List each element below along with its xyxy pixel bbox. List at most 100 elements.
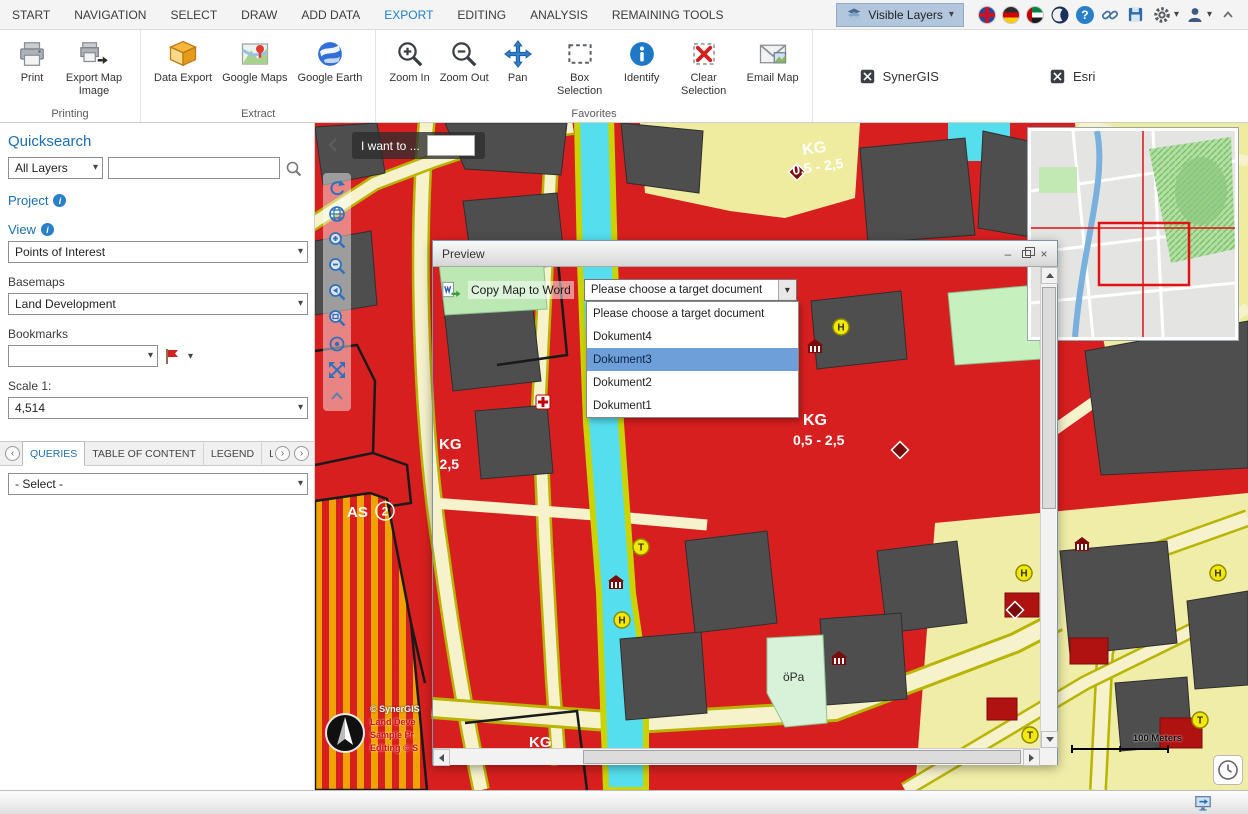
user-menu-button[interactable]: ▾ <box>1185 5 1212 25</box>
scroll-right-button[interactable] <box>1023 749 1040 766</box>
tool-label: Print <box>21 72 44 85</box>
preview-hscrollbar[interactable] <box>433 748 1040 765</box>
hscroll-thumb[interactable] <box>583 750 1021 764</box>
copy-map-to-word-button[interactable]: Copy Map to Word <box>468 281 574 299</box>
menu-item-navigation[interactable]: NAVIGATION <box>62 0 158 30</box>
search-input[interactable] <box>108 157 280 179</box>
help-icon[interactable]: ? <box>1076 6 1094 24</box>
scale-select[interactable]: 4,514 ▾ <box>8 397 308 419</box>
query-select[interactable]: - Select - ▾ <box>8 473 308 495</box>
identify-button[interactable]: Identify <box>618 34 666 87</box>
bookmarks-select[interactable]: ▾ <box>8 345 158 367</box>
info-icon[interactable]: i <box>53 194 66 207</box>
tool-label: Zoom In <box>389 72 429 85</box>
bookmark-menu-caret[interactable]: ▾ <box>186 349 195 364</box>
globe-icon[interactable] <box>325 203 349 225</box>
box-selection-button[interactable]: Box Selection <box>542 34 618 99</box>
export-map-image-button[interactable]: Export Map Image <box>56 34 132 99</box>
scroll-left-button[interactable] <box>433 749 450 766</box>
menu-item-add-data[interactable]: ADD DATA <box>289 0 372 30</box>
minimize-button[interactable]: – <box>999 246 1017 262</box>
target-document-option-dokument3[interactable]: Dokument3 <box>587 348 798 371</box>
target-document-option-dokument2[interactable]: Dokument2 <box>587 371 798 394</box>
restore-button[interactable] <box>1017 246 1035 262</box>
map-area[interactable]: H H H H T T T KG 0,5 - 2,5 KG 0,5 - 2,5 … <box>315 123 1248 790</box>
tab-table-of-content[interactable]: TABLE OF CONTENT <box>85 441 204 466</box>
basemap-select[interactable]: Land Development ▾ <box>8 293 308 315</box>
tab-queries[interactable]: QUERIES <box>22 441 85 466</box>
save-icon[interactable] <box>1126 5 1146 25</box>
copyright-line: Editing © S <box>370 742 420 755</box>
tabs-scroll-right-button[interactable]: › <box>275 446 290 461</box>
google-earth-button[interactable]: Google Earth <box>293 34 368 87</box>
view-select[interactable]: Points of Interest ▾ <box>8 241 308 263</box>
menu-item-draw[interactable]: DRAW <box>229 0 289 30</box>
full-extent-icon[interactable] <box>325 359 349 381</box>
screen-share-icon[interactable] <box>1194 794 1212 812</box>
menu-item-start[interactable]: START <box>0 0 62 30</box>
tool-label: Export Map Image <box>61 72 127 97</box>
target-document-option-dokument1[interactable]: Dokument1 <box>587 394 798 417</box>
settings-menu-button[interactable]: ▾ <box>1152 5 1179 25</box>
rotate-icon[interactable] <box>325 177 349 199</box>
menu-item-analysis[interactable]: ANALYSIS <box>518 0 600 30</box>
center-map-icon[interactable] <box>325 333 349 355</box>
collapse-sidebar-button[interactable] <box>325 136 343 154</box>
data-export-icon <box>168 36 198 72</box>
i-want-to-widget[interactable]: I want to ... <box>352 132 485 159</box>
i-want-to-input[interactable] <box>427 135 475 156</box>
target-document-option-dokument4[interactable]: Dokument4 <box>587 325 798 348</box>
zoom-out-button[interactable]: Zoom Out <box>435 34 494 87</box>
zoom-previous-icon[interactable] <box>325 281 349 303</box>
print-button[interactable]: Print <box>8 34 56 87</box>
menu-item-select[interactable]: SELECT <box>158 0 229 30</box>
overview-map[interactable] <box>1028 128 1238 340</box>
clear-selection-button[interactable]: Clear Selection <box>666 34 742 99</box>
preview-dialog: Preview – × Copy Map to Word Please choo… <box>432 240 1058 765</box>
scalebar-label: 100 Meters <box>1070 733 1182 744</box>
zoom-in-map-icon[interactable] <box>325 229 349 251</box>
visible-layers-button[interactable]: Visible Layers ▾ <box>836 3 964 27</box>
info-icon[interactable]: i <box>41 223 54 236</box>
menu-item-remaining-tools[interactable]: REMAINING TOOLS <box>600 0 736 30</box>
tab-legend[interactable]: LEGEND <box>204 441 262 466</box>
email-map-button[interactable]: Email Map <box>742 34 804 87</box>
map-label-as-number: 2 <box>382 505 389 519</box>
zoom-in-button[interactable]: Zoom In <box>384 34 434 87</box>
tabs-scroll-left-button[interactable]: ‹ <box>5 446 20 461</box>
layer-filter-select[interactable]: All Layers ▾ <box>8 157 103 179</box>
menu-item-editing[interactable]: EDITING <box>445 0 518 30</box>
language-flag-uae-icon[interactable] <box>1026 6 1044 24</box>
synergis-brand[interactable]: SynerGIS <box>859 68 939 85</box>
tabs-scroll-right-button-2[interactable]: › <box>294 446 309 461</box>
scroll-down-button[interactable] <box>1041 731 1058 748</box>
preview-titlebar[interactable]: Preview – × <box>433 241 1057 267</box>
esri-brand[interactable]: Esri <box>1049 68 1095 85</box>
preview-vscrollbar[interactable] <box>1040 267 1057 748</box>
dropdown-caret-icon[interactable]: ▾ <box>778 280 796 300</box>
google-maps-button[interactable]: Google Maps <box>217 34 292 87</box>
target-document-option-please-choose-a-target-document[interactable]: Please choose a target document <box>587 302 798 325</box>
triangle-up-icon <box>1046 273 1054 278</box>
vscroll-thumb[interactable] <box>1042 287 1056 509</box>
time-slider-button[interactable] <box>1213 755 1243 785</box>
search-icon[interactable] <box>285 160 302 177</box>
bookmark-flag-icon[interactable] <box>163 347 181 365</box>
collapse-toolbar-icon[interactable] <box>325 385 349 407</box>
data-export-button[interactable]: Data Export <box>149 34 217 87</box>
language-flag-uk-icon[interactable] <box>978 6 996 24</box>
close-button[interactable]: × <box>1035 246 1053 262</box>
target-document-select[interactable]: Please choose a target document ▾ <box>584 279 797 301</box>
map-copyright: © SynerGISLand DeveSample PrEditing © S <box>370 703 420 755</box>
link-icon[interactable] <box>1100 5 1120 25</box>
pan-button[interactable]: Pan <box>494 34 542 87</box>
sidebar-tabstrip: ‹ QUERIESTABLE OF CONTENTLEGENDL › › <box>0 441 314 466</box>
night-mode-icon[interactable] <box>1050 5 1070 25</box>
language-flag-germany-icon[interactable] <box>1002 6 1020 24</box>
scroll-up-button[interactable] <box>1041 267 1058 284</box>
zoom-out-map-icon[interactable] <box>325 255 349 277</box>
menu-item-export[interactable]: EXPORT <box>372 0 445 30</box>
collapse-ribbon-icon[interactable] <box>1218 5 1238 25</box>
tab-l[interactable]: L <box>262 441 273 466</box>
zoom-window-icon[interactable] <box>325 307 349 329</box>
